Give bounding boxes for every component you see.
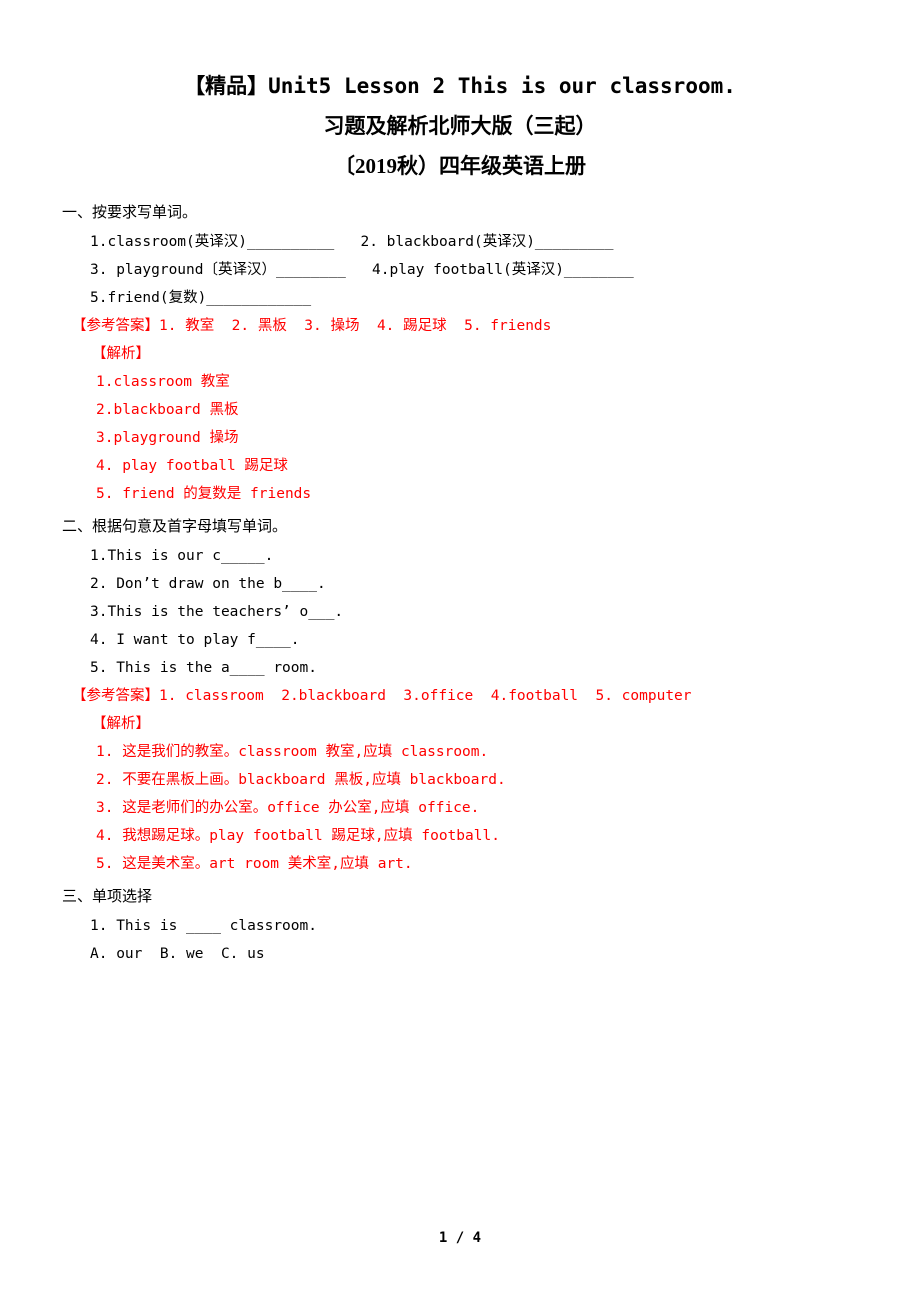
- question-line: 3. playground〔英译汉）________ 4.play footba…: [90, 262, 634, 278]
- question-line: 2. Don’t draw on the b____.: [90, 576, 326, 592]
- answer-key: 【参考答案】1. 教室 2. 黑板 3. 操场 4. 踢足球 5. friend…: [72, 318, 552, 334]
- question-line: 1. This is ____ classroom.: [90, 918, 317, 934]
- question-line: 1.This is our c_____.: [90, 548, 274, 564]
- analysis-line: 4. 我想踢足球。play football 踢足球,应填 football.: [96, 828, 500, 844]
- analysis-line: 2.blackboard 黑板: [96, 402, 239, 418]
- analysis-label: 【解析】: [92, 716, 150, 732]
- analysis-line: 2. 不要在黑板上画。blackboard 黑板,应填 blackboard.: [96, 772, 506, 788]
- analysis-line: 4. play football 踢足球: [96, 458, 288, 474]
- section-heading-2: 二、根据句意及首字母填写单词。: [62, 519, 288, 535]
- question-line: 3.This is the teachers’ o___.: [90, 604, 344, 620]
- question-line: 1.classroom(英译汉)__________ 2. blackboard…: [90, 234, 614, 250]
- question-line: 5. This is the a____ room.: [90, 660, 317, 676]
- section-heading-3: 三、单项选择: [62, 889, 153, 905]
- analysis-line: 5. 这是美术室。art room 美术室,应填 art.: [96, 856, 413, 872]
- section-heading-1: 一、按要求写单词。: [62, 205, 198, 221]
- analysis-line: 5. friend 的复数是 friends: [96, 486, 312, 502]
- question-line: 4. I want to play f____.: [90, 632, 300, 648]
- title-line-2: 习题及解析北师大版（三起）: [323, 114, 597, 138]
- analysis-line: 1. 这是我们的教室。classroom 教室,应填 classroom.: [96, 744, 489, 760]
- document-body: 一、按要求写单词。 1.classroom(英译汉)__________ 2. …: [0, 200, 920, 968]
- title-line-1: 【精品】Unit5 Lesson 2 This is our classroom…: [184, 74, 736, 98]
- document-title: 【精品】Unit5 Lesson 2 This is our classroom…: [0, 0, 920, 186]
- page-number: 1 / 4: [438, 1230, 482, 1246]
- analysis-line: 3. 这是老师们的办公室。office 办公室,应填 office.: [96, 800, 480, 816]
- question-line: 5.friend(复数)____________: [90, 290, 312, 306]
- question-line: A. our B. we C. us: [90, 946, 265, 962]
- analysis-line: 3.playground 操场: [96, 430, 239, 446]
- analysis-label: 【解析】: [92, 346, 150, 362]
- document-page: 【精品】Unit5 Lesson 2 This is our classroom…: [0, 0, 920, 1302]
- analysis-line: 1.classroom 教室: [96, 374, 230, 390]
- title-line-3: 〔2019秋）四年级英语上册: [334, 154, 586, 178]
- answer-key: 【参考答案】1. classroom 2.blackboard 3.office…: [72, 688, 692, 704]
